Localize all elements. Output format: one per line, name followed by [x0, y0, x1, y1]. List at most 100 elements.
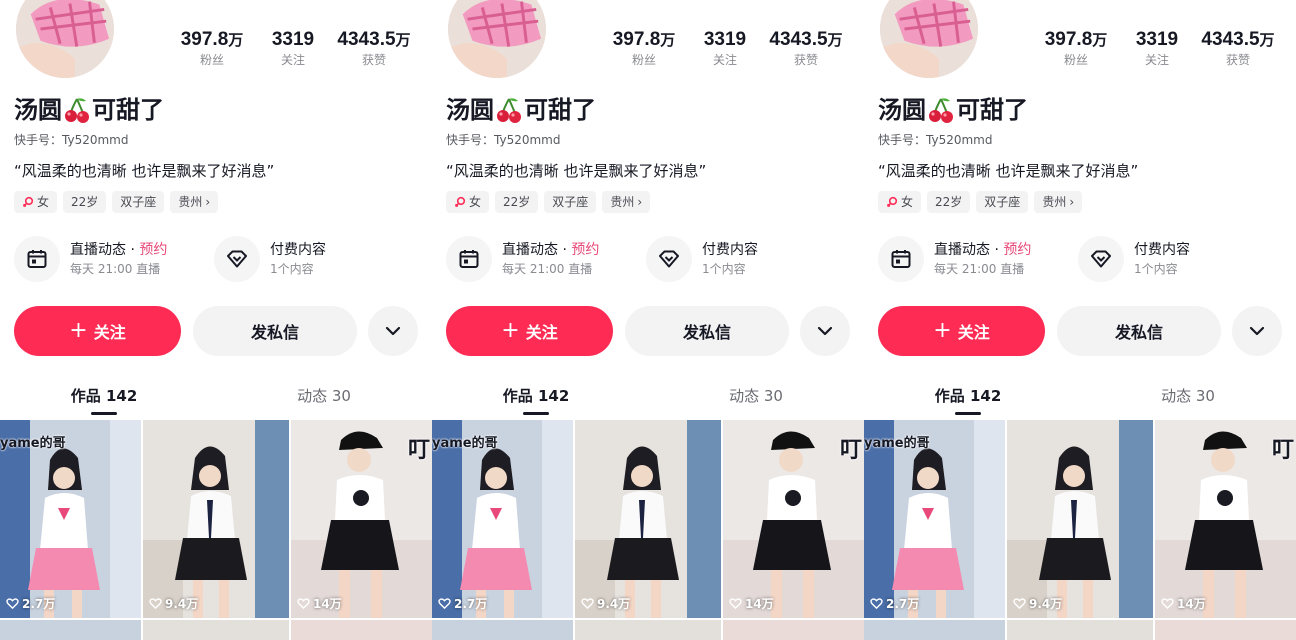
video-thumbnail[interactable]: yame的哥 2.7万 [0, 420, 141, 618]
follow-label: 关注 [957, 323, 990, 342]
stat-likes[interactable]: 4343.5万 获赞 [328, 28, 420, 68]
stat-followers[interactable]: 397.8万 粉丝 [602, 28, 686, 68]
stat-likes[interactable]: 4343.5万 获赞 [1192, 28, 1284, 68]
video-thumbnail-partial[interactable] [432, 620, 573, 640]
plus-icon: + [933, 318, 952, 343]
avatar[interactable] [878, 0, 980, 80]
tab-works[interactable]: 作品 142 [46, 386, 162, 406]
video-thumbnail-partial[interactable] [575, 620, 721, 640]
video-thumbnail-partial[interactable] [143, 620, 289, 640]
tag-location[interactable]: 贵州 › [1034, 191, 1083, 213]
paid-content-entry[interactable]: 付费内容 1个内容 [1078, 234, 1190, 284]
stat-value: 3319 [271, 29, 315, 50]
tag-zodiac: 双子座 [112, 191, 165, 213]
content-tabs: 作品 142 动态 30 [864, 378, 1296, 420]
user-id[interactable]: 快手号：Ty520mmd [14, 131, 128, 148]
tag-zodiac: 双子座 [976, 191, 1029, 213]
female-icon [22, 196, 34, 208]
like-count: 2.7万 [438, 595, 487, 612]
video-thumbnail-partial[interactable] [1007, 620, 1153, 640]
tab-moments[interactable]: 动态 30 [1130, 386, 1246, 406]
tag-location[interactable]: 贵州 › [602, 191, 651, 213]
stat-following[interactable]: 3319 关注 [256, 28, 330, 68]
paid-content-entry[interactable]: 付费内容 1个内容 [646, 234, 758, 284]
paid-content-text: 付费内容 1个内容 [270, 240, 326, 278]
heart-icon [729, 598, 742, 610]
stat-following[interactable]: 3319 关注 [1120, 28, 1194, 68]
user-id[interactable]: 快手号：Ty520mmd [446, 131, 560, 148]
video-grid: yame的哥 2.7万 9.4万 叮 14万 [864, 420, 1296, 640]
stat-label: 获赞 [1225, 53, 1250, 67]
message-button[interactable]: 发私信 [193, 306, 357, 356]
more-button[interactable] [800, 306, 850, 356]
like-count: 2.7万 [870, 595, 919, 612]
video-2-image [575, 420, 721, 618]
tab-works[interactable]: 作品 142 [910, 386, 1026, 406]
heart-icon [6, 598, 19, 610]
stat-followers[interactable]: 397.8万 粉丝 [1034, 28, 1118, 68]
video-2-image [143, 420, 289, 618]
video-grid: yame的哥 2.7万 9.4万 叮 14万 [432, 420, 864, 640]
tab-works[interactable]: 作品 142 [478, 386, 594, 406]
follow-button[interactable]: + 关注 [446, 306, 613, 356]
tag-location[interactable]: 贵州 › [170, 191, 219, 213]
paid-subtitle: 1个内容 [270, 262, 314, 276]
chevron-right-icon: › [637, 195, 643, 209]
follow-button[interactable]: + 关注 [14, 306, 181, 356]
video-thumbnail-partial[interactable] [1155, 620, 1296, 640]
chevron-down-icon [385, 326, 401, 336]
user-id[interactable]: 快手号：Ty520mmd [878, 131, 992, 148]
video-thumbnail[interactable]: 9.4万 [1007, 420, 1153, 618]
tab-moments[interactable]: 动态 30 [266, 386, 382, 406]
follow-label: 关注 [525, 323, 558, 342]
bio: “风温柔的也清晰 也许是飘来了好消息” [446, 162, 707, 180]
tab-indicator [91, 412, 117, 415]
stat-followers[interactable]: 397.8万 粉丝 [170, 28, 254, 68]
tag-age: 22岁 [927, 191, 971, 213]
video-thumbnail[interactable]: 叮 14万 [723, 420, 864, 618]
video-thumbnail-partial[interactable] [864, 620, 1005, 640]
avatar[interactable] [446, 0, 548, 80]
stat-label: 获赞 [793, 53, 818, 67]
tag-row: 女 22岁 双子座 贵州 › [14, 191, 219, 213]
video-thumbnail[interactable]: yame的哥 2.7万 [432, 420, 573, 618]
avatar[interactable] [14, 0, 116, 80]
tab-moments[interactable]: 动态 30 [698, 386, 814, 406]
calendar-icon [891, 250, 911, 268]
video-thumbnail-partial[interactable] [723, 620, 864, 640]
stat-following[interactable]: 3319 关注 [688, 28, 762, 68]
video-thumbnail[interactable]: yame的哥 2.7万 [864, 420, 1005, 618]
video-thumbnail[interactable]: 9.4万 [575, 420, 721, 618]
tab-indicator [523, 412, 549, 415]
diamond-icon [659, 250, 679, 268]
video-thumbnail-partial[interactable] [0, 620, 141, 640]
more-button[interactable] [1232, 306, 1282, 356]
content-tabs: 作品 142 动态 30 [0, 378, 432, 420]
message-button[interactable]: 发私信 [625, 306, 789, 356]
live-schedule-text: 直播动态 · 预约 每天 21:00 直播 [70, 240, 167, 278]
nickname: 汤圆 可甜了 [446, 96, 596, 124]
live-schedule-entry[interactable]: 直播动态 · 预约 每天 21:00 直播 [14, 234, 167, 284]
follow-button[interactable]: + 关注 [878, 306, 1045, 356]
chevron-right-icon: › [1069, 195, 1075, 209]
tag-gender: 女 [878, 191, 922, 213]
content-tabs: 作品 142 动态 30 [432, 378, 864, 420]
more-button[interactable] [368, 306, 418, 356]
live-schedule-entry[interactable]: 直播动态 · 预约 每天 21:00 直播 [446, 234, 599, 284]
tag-age: 22岁 [63, 191, 107, 213]
video-thumbnail-partial[interactable] [291, 620, 432, 640]
video-thumbnail[interactable]: 叮 14万 [1155, 420, 1296, 618]
video-thumbnail[interactable]: 叮 14万 [291, 420, 432, 618]
paid-content-text: 付费内容 1个内容 [1134, 240, 1190, 278]
tag-age: 22岁 [495, 191, 539, 213]
like-count: 14万 [729, 595, 774, 612]
stat-label: 关注 [712, 53, 737, 67]
video-2-image [1007, 420, 1153, 618]
paid-content-entry[interactable]: 付费内容 1个内容 [214, 234, 326, 284]
stat-likes[interactable]: 4343.5万 获赞 [760, 28, 852, 68]
live-schedule-entry[interactable]: 直播动态 · 预约 每天 21:00 直播 [878, 234, 1031, 284]
stat-label: 粉丝 [199, 53, 224, 67]
diamond-icon [1091, 250, 1111, 268]
video-thumbnail[interactable]: 9.4万 [143, 420, 289, 618]
message-button[interactable]: 发私信 [1057, 306, 1221, 356]
